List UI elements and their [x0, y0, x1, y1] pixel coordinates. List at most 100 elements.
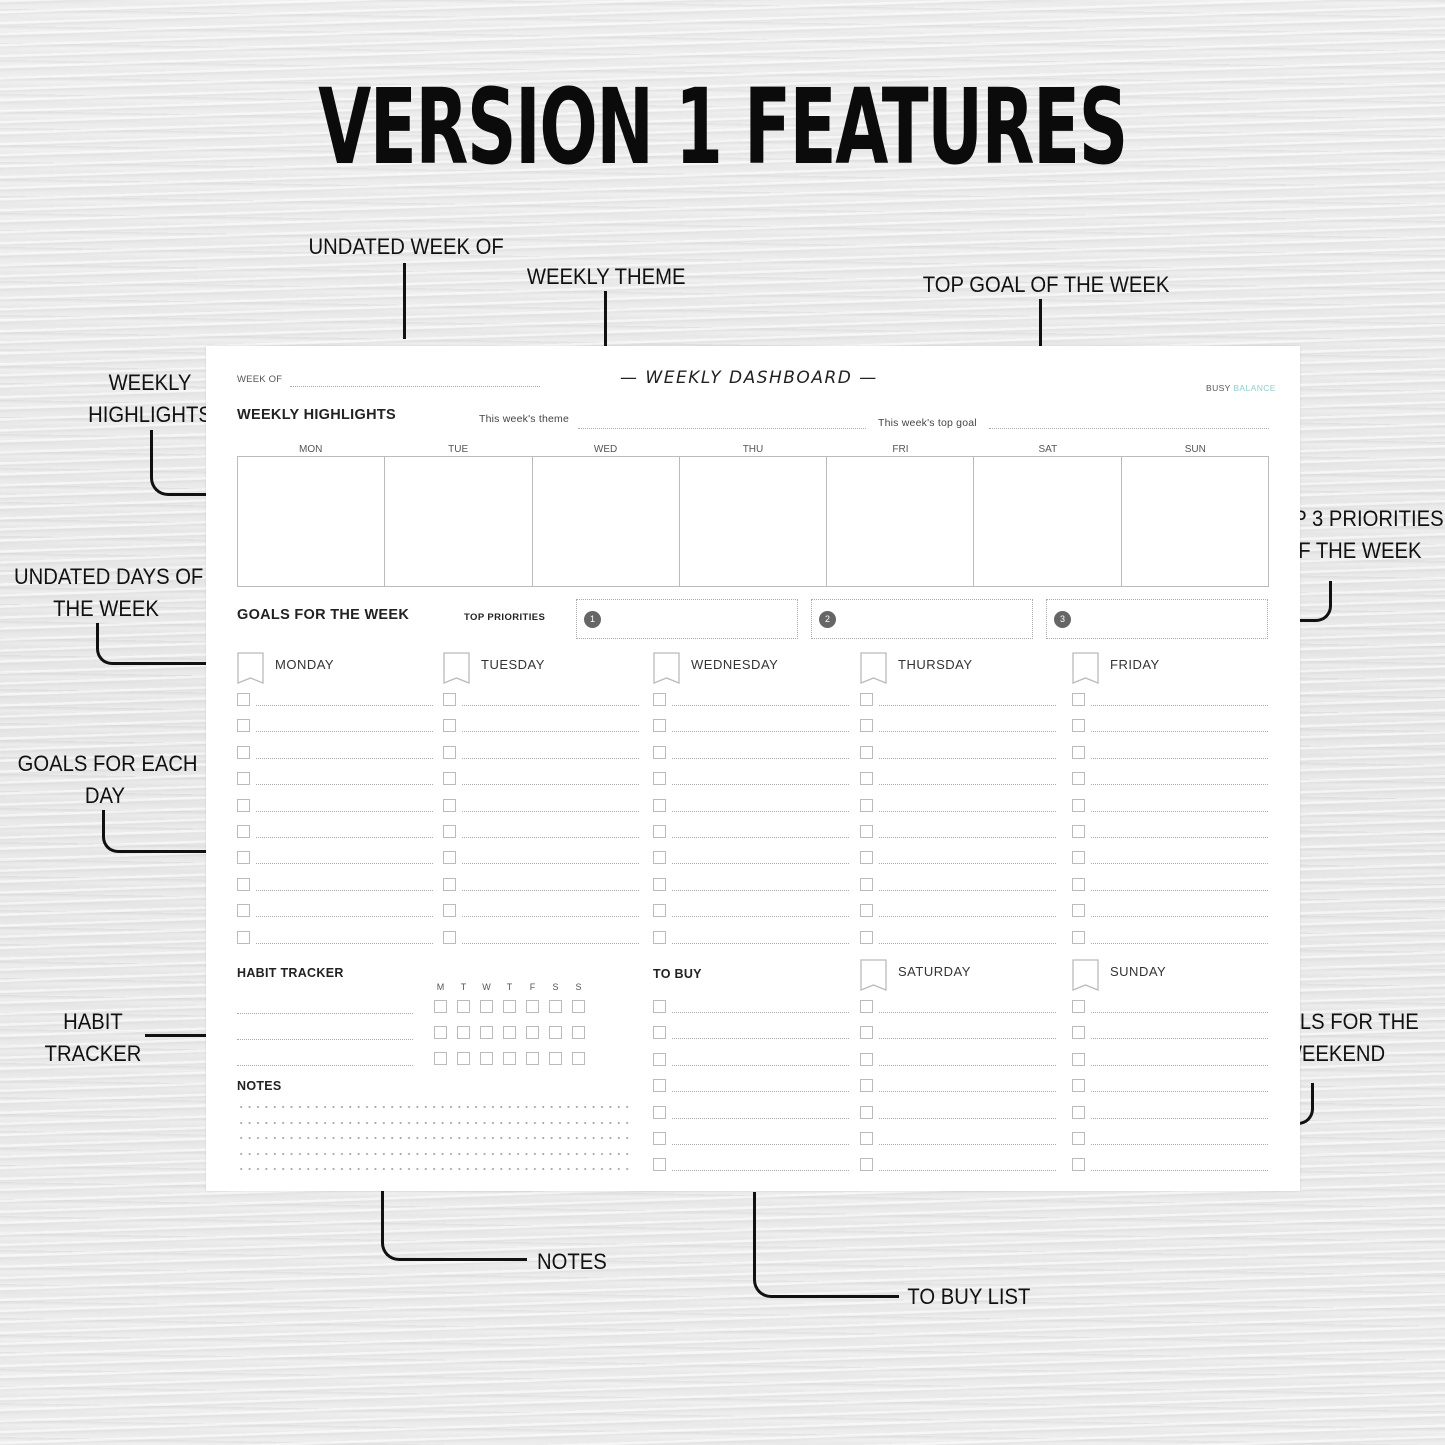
checkbox[interactable] [1072, 904, 1085, 918]
checklist-line[interactable] [672, 1012, 849, 1013]
week-of-field[interactable] [290, 386, 540, 387]
highlight-cell[interactable] [385, 457, 533, 586]
checklist-line[interactable] [1091, 705, 1268, 706]
checkbox[interactable] [653, 1132, 666, 1145]
checklist-line[interactable] [256, 916, 433, 918]
checklist-line[interactable] [672, 1091, 849, 1093]
checklist-line[interactable] [1091, 757, 1268, 759]
checklist-line[interactable] [1091, 942, 1268, 944]
checkbox[interactable] [860, 745, 873, 759]
checklist-line[interactable] [672, 889, 849, 891]
checkbox[interactable] [860, 825, 873, 838]
checklist-line[interactable] [672, 757, 849, 759]
checklist-line[interactable] [462, 942, 639, 944]
checkbox[interactable] [443, 825, 456, 838]
notes-dotted-line[interactable] [237, 1152, 631, 1155]
checkbox[interactable] [443, 772, 456, 786]
checkbox[interactable] [653, 851, 666, 865]
habit-checkbox[interactable] [503, 1026, 516, 1039]
checklist-line[interactable] [1091, 1170, 1268, 1172]
habit-checkbox[interactable] [503, 1052, 516, 1065]
habit-checkbox[interactable] [480, 1026, 493, 1039]
checkbox[interactable] [653, 745, 666, 759]
checklist-line[interactable] [879, 916, 1056, 918]
habit-checkbox[interactable] [549, 1026, 562, 1039]
habit-name-line[interactable] [237, 1065, 413, 1066]
checkbox[interactable] [1072, 877, 1085, 891]
checkbox[interactable] [443, 904, 456, 918]
checklist-line[interactable] [672, 1144, 849, 1145]
habit-checkbox[interactable] [457, 1026, 470, 1039]
checkbox[interactable] [1072, 1026, 1085, 1040]
checklist-line[interactable] [1091, 1038, 1268, 1040]
checkbox[interactable] [1072, 1158, 1085, 1172]
checklist-line[interactable] [1091, 863, 1268, 865]
checkbox[interactable] [443, 930, 456, 944]
habit-checkbox[interactable] [549, 1052, 562, 1065]
checkbox[interactable] [1072, 798, 1085, 812]
checkbox[interactable] [860, 1158, 873, 1172]
checklist-line[interactable] [256, 942, 433, 944]
checklist-line[interactable] [1091, 810, 1268, 812]
checkbox[interactable] [860, 904, 873, 918]
priority-box-2[interactable]: 2 [811, 599, 1033, 639]
checklist-line[interactable] [256, 863, 433, 865]
checkbox[interactable] [653, 904, 666, 918]
checklist-line[interactable] [879, 863, 1056, 865]
habit-checkbox[interactable] [549, 1000, 562, 1013]
checklist-line[interactable] [256, 810, 433, 812]
habit-checkbox[interactable] [434, 1000, 447, 1013]
checkbox[interactable] [653, 1105, 666, 1119]
checklist-line[interactable] [256, 731, 433, 733]
checkbox[interactable] [860, 719, 873, 733]
checklist-line[interactable] [672, 1038, 849, 1040]
checklist-line[interactable] [672, 863, 849, 865]
checklist-line[interactable] [879, 1091, 1056, 1093]
checkbox[interactable] [653, 798, 666, 812]
checkbox[interactable] [653, 877, 666, 891]
checkbox[interactable] [1072, 851, 1085, 865]
habit-checkbox[interactable] [503, 1000, 516, 1013]
notes-dotted-line[interactable] [237, 1168, 631, 1171]
checklist-line[interactable] [256, 889, 433, 891]
checkbox[interactable] [860, 851, 873, 865]
checklist-line[interactable] [462, 810, 639, 812]
checklist-line[interactable] [879, 1038, 1056, 1040]
checkbox[interactable] [237, 877, 250, 891]
checkbox[interactable] [1072, 772, 1085, 786]
checkbox[interactable] [653, 1000, 666, 1013]
checkbox[interactable] [860, 1026, 873, 1040]
highlight-cell[interactable] [533, 457, 680, 586]
checklist-line[interactable] [879, 1012, 1056, 1013]
checkbox[interactable] [1072, 1132, 1085, 1145]
habit-checkbox[interactable] [526, 1052, 539, 1065]
checkbox[interactable] [237, 851, 250, 865]
checkbox[interactable] [1072, 693, 1085, 706]
checkbox[interactable] [443, 719, 456, 733]
habit-name-line[interactable] [237, 1013, 413, 1014]
checkbox[interactable] [653, 693, 666, 706]
checklist-line[interactable] [879, 1117, 1056, 1119]
checklist-line[interactable] [462, 837, 639, 838]
checklist-line[interactable] [1091, 1064, 1268, 1066]
checklist-line[interactable] [879, 757, 1056, 759]
checklist-line[interactable] [462, 731, 639, 733]
habit-checkbox[interactable] [572, 1026, 585, 1039]
checkbox[interactable] [443, 798, 456, 812]
checkbox[interactable] [653, 719, 666, 733]
checkbox[interactable] [860, 930, 873, 944]
checkbox[interactable] [1072, 719, 1085, 733]
highlight-cell[interactable] [974, 457, 1122, 586]
checklist-line[interactable] [1091, 1144, 1268, 1145]
habit-checkbox[interactable] [434, 1026, 447, 1039]
checkbox[interactable] [237, 930, 250, 944]
checkbox[interactable] [653, 825, 666, 838]
checklist-line[interactable] [879, 731, 1056, 733]
checkbox[interactable] [653, 1158, 666, 1172]
habit-checkbox[interactable] [434, 1052, 447, 1065]
checkbox[interactable] [1072, 1000, 1085, 1013]
highlight-cell[interactable] [827, 457, 975, 586]
habit-name-line[interactable] [237, 1039, 413, 1040]
checkbox[interactable] [443, 851, 456, 865]
checkbox[interactable] [653, 772, 666, 786]
